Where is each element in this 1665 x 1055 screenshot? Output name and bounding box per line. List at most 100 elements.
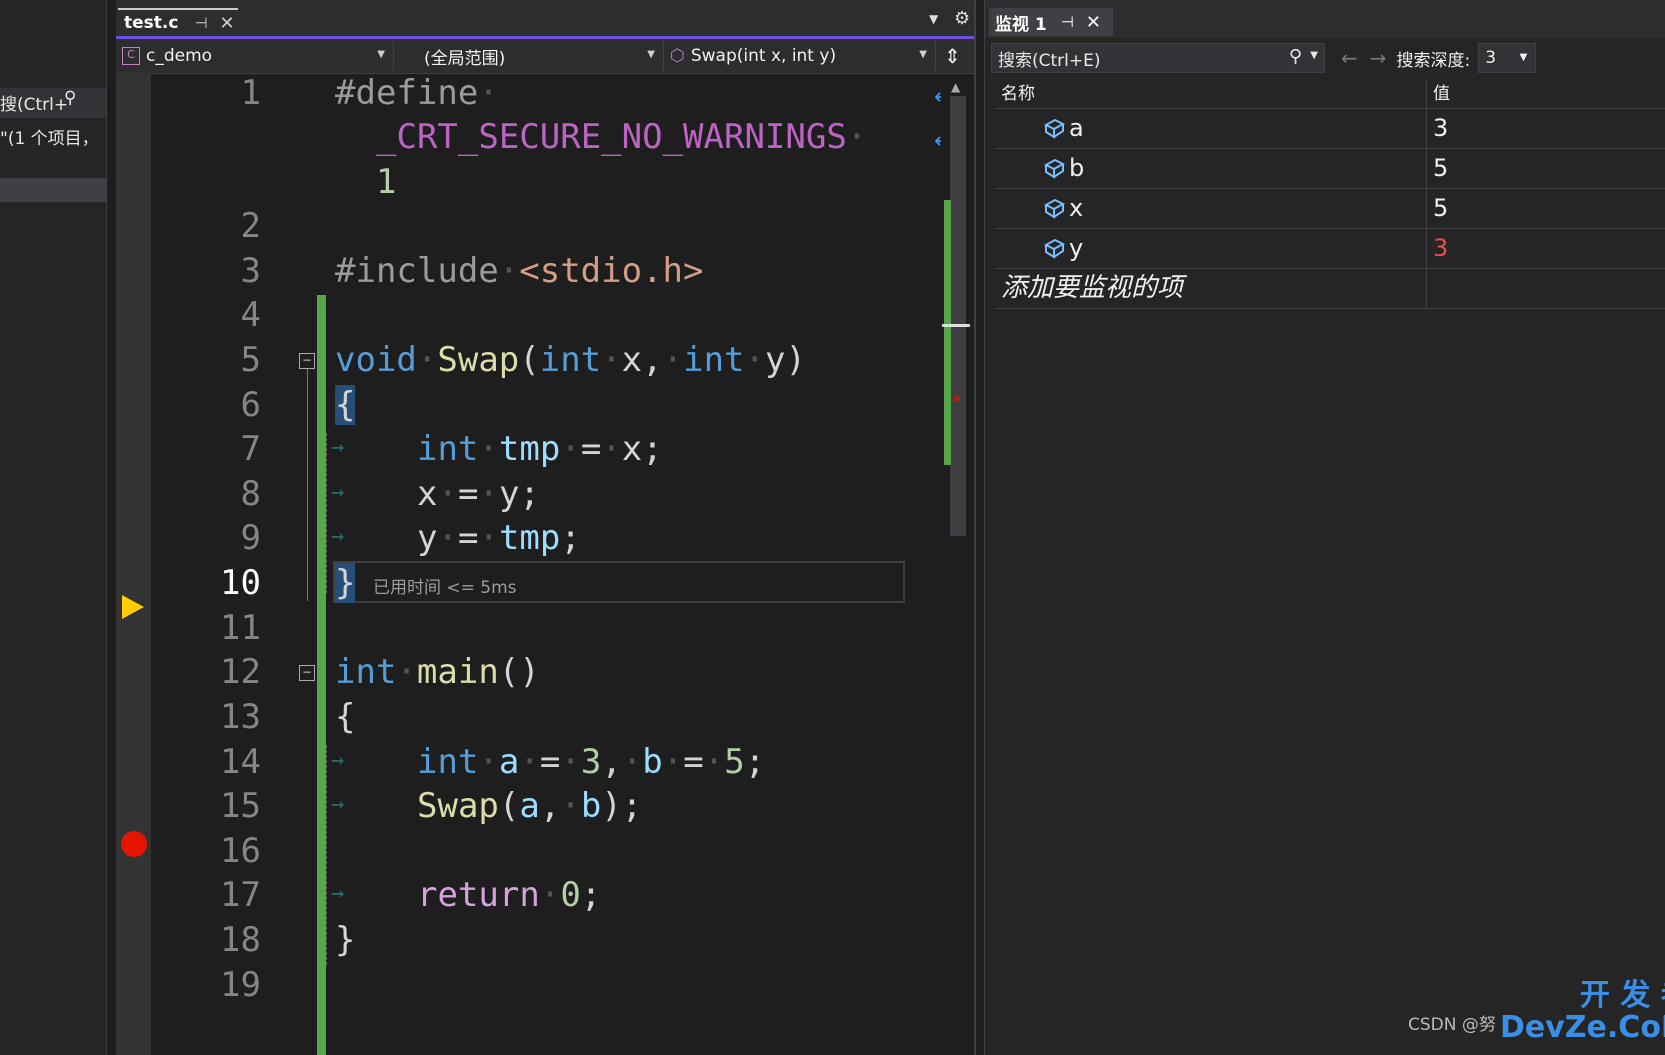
code-line-1-wrap2: 1: [376, 162, 397, 202]
watch-title: 监视 1: [995, 14, 1047, 35]
back-arrow-icon[interactable]: ←: [1341, 46, 1358, 70]
word-wrap-icon: ↩: [934, 85, 941, 110]
word-wrap-icon: ↩: [934, 129, 941, 154]
watch-item-value[interactable]: 5: [1427, 189, 1665, 228]
watch-item-name: a: [1069, 114, 1084, 142]
variable-icon: [1043, 118, 1065, 139]
code-line-9: y·=·tmp;: [417, 518, 581, 558]
watch-item-value[interactable]: 5: [1427, 149, 1665, 188]
watch-search-placeholder: 搜索(Ctrl+E): [998, 50, 1101, 71]
left-search-box[interactable]: 搜(Ctrl+ ⚲: [0, 88, 106, 118]
split-icon[interactable]: ⇕: [944, 44, 961, 68]
collapse-toggle-icon[interactable]: −: [299, 665, 315, 681]
collapse-toggle-icon[interactable]: −: [299, 353, 315, 369]
tab-arrow-icon: →: [331, 881, 345, 906]
tab-arrow-icon: →: [331, 792, 345, 817]
column-header-value[interactable]: 值: [1427, 80, 1665, 108]
editor-divider: [974, 0, 976, 1055]
watch-item-name: y: [1069, 234, 1084, 262]
watch-tab-bar: 监视 1 ⊣ ✕: [985, 0, 1665, 38]
watermark-text: CSDN @努: [1408, 1015, 1496, 1035]
watch-name-cell: x: [995, 189, 1427, 228]
code-line-12: int·main(): [335, 652, 540, 692]
scope-dropdown[interactable]: (全局范围) ▼: [394, 41, 664, 71]
pin-icon[interactable]: ⊣: [1061, 13, 1074, 31]
brand-line-2: DevZe.CoM: [1500, 1010, 1665, 1045]
tab-title: test.c: [124, 13, 179, 33]
watch-name-cell: y: [995, 229, 1427, 268]
chevron-down-icon: ▼: [647, 49, 655, 60]
vertical-scrollbar-thumb[interactable]: [950, 96, 966, 536]
gear-icon[interactable]: ⚙: [954, 8, 970, 29]
code-line-15: Swap(a,·b);: [417, 786, 643, 826]
tab-arrow-icon: →: [331, 435, 345, 460]
editor-tab-bar: test.c ⊣ ✕ ▼ ⚙: [116, 0, 976, 39]
code-line-1-wrap: _CRT_SECURE_NO_WARNINGS·: [376, 117, 868, 157]
watch-item-value-empty: [1427, 269, 1665, 308]
member-dropdown[interactable]: ⬡ Swap(int x, int y) ▼: [664, 41, 936, 71]
perf-tip: 已用时间 <= 5ms: [373, 578, 517, 598]
breakpoint-icon[interactable]: [121, 831, 147, 857]
watch-name-cell: 添加要监视的项: [995, 269, 1427, 308]
line-number: 9: [240, 518, 261, 558]
search-depth-select[interactable]: 3 ▼: [1478, 43, 1537, 73]
add-watch-row[interactable]: 添加要监视的项: [995, 269, 1665, 309]
line-number: 19: [220, 965, 261, 1005]
watch-search-input[interactable]: 搜索(Ctrl+E) ⚲ ▼: [991, 43, 1325, 73]
code-line-6: {: [335, 385, 356, 425]
watch-item-value[interactable]: 3: [1427, 109, 1665, 148]
tab-watch-1[interactable]: 监视 1 ⊣ ✕: [989, 8, 1113, 36]
tab-arrow-icon: →: [331, 480, 345, 505]
scrollbar-breakpoint-marker: [954, 396, 960, 402]
line-number: 13: [220, 697, 261, 737]
line-number: 2: [240, 206, 261, 246]
tab-test-c[interactable]: test.c ⊣ ✕: [118, 8, 238, 36]
fold-line: [307, 369, 308, 601]
watch-name-cell: b: [995, 149, 1427, 188]
watch-row[interactable]: y 3: [995, 229, 1665, 269]
cube-icon: ⬡: [670, 46, 685, 66]
line-number: 15: [220, 786, 261, 826]
line-number: 4: [240, 295, 261, 335]
left-search-text: 搜(Ctrl+: [0, 95, 69, 115]
brand-line-1: 开 发 者: [1579, 978, 1665, 1013]
search-icon[interactable]: ⚲: [1289, 46, 1302, 67]
indent-guide: [326, 433, 328, 593]
code-area[interactable]: 1 2 3 4 5 6 7 8 9 10 11 12 13 14 15 16 1…: [151, 73, 941, 1055]
member-name: Swap(int x, int y): [690, 46, 837, 66]
watch-item-name: b: [1069, 154, 1085, 182]
left-result-text: "(1 个项目，: [0, 129, 99, 149]
variable-icon: [1043, 238, 1065, 259]
chevron-down-icon[interactable]: ▼: [1310, 50, 1318, 61]
line-number: 14: [220, 742, 261, 782]
watch-item-name: x: [1069, 194, 1084, 222]
code-line-13: {: [335, 697, 356, 737]
tab-list-icon[interactable]: ▼: [929, 12, 938, 26]
watch-row[interactable]: x 5: [995, 189, 1665, 229]
search-depth-label: 搜索深度:: [1396, 50, 1471, 71]
pin-icon[interactable]: ⊣: [194, 14, 207, 32]
watch-table: 名称 值 a 3 b 5 x 5 y 3 添加要监视的项: [995, 80, 1665, 309]
glyph-margin[interactable]: [116, 73, 151, 1055]
line-number: 7: [240, 429, 261, 469]
add-watch-item-placeholder[interactable]: 添加要监视的项: [1001, 269, 1183, 308]
close-icon[interactable]: ✕: [1086, 12, 1101, 33]
column-header-name[interactable]: 名称: [995, 80, 1427, 108]
watch-row[interactable]: a 3: [995, 109, 1665, 149]
scope-name: (全局范围): [424, 48, 506, 69]
forward-arrow-icon[interactable]: →: [1370, 46, 1387, 70]
scrollbar-caret-marker: [942, 324, 970, 327]
left-selected-row[interactable]: [0, 178, 106, 202]
scroll-up-arrow-icon[interactable]: ▲: [951, 80, 965, 94]
project-dropdown[interactable]: C c_demo ▼: [116, 41, 394, 71]
brand-logo: 开 发 者 DevZe.CoM: [1500, 980, 1665, 1044]
code-line-17: return·0;: [417, 875, 602, 915]
line-number: 17: [220, 875, 261, 915]
project-name: c_demo: [146, 46, 213, 66]
code-line-3: #include·<stdio.h>: [335, 251, 704, 291]
code-line-18: }: [335, 920, 356, 960]
watch-toolbar: 搜索(Ctrl+E) ⚲ ▼ ← → 搜索深度: 3 ▼: [985, 40, 1665, 76]
watch-item-value-changed[interactable]: 3: [1427, 229, 1665, 268]
watch-row[interactable]: b 5: [995, 149, 1665, 189]
close-icon[interactable]: ✕: [220, 13, 235, 34]
